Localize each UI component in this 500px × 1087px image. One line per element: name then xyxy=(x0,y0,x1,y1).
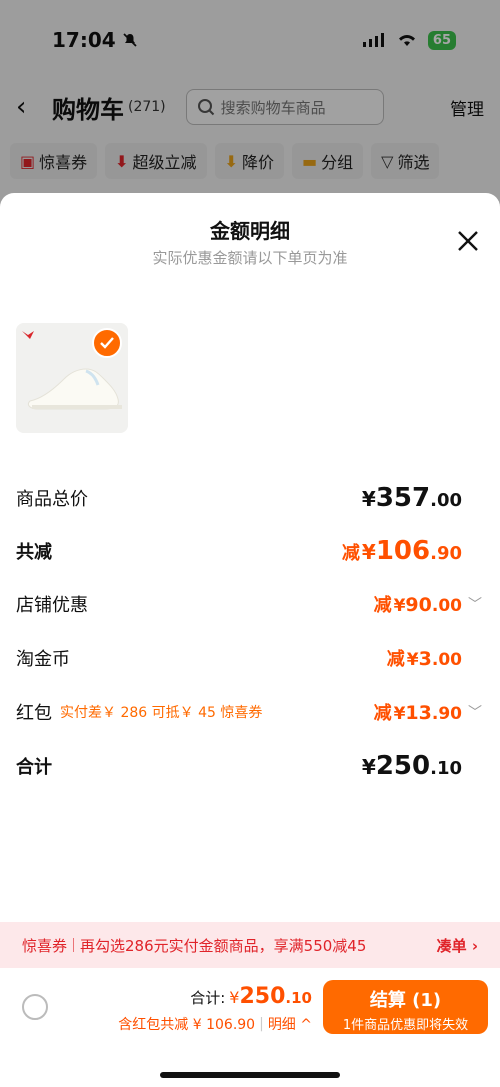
select-all-checkbox[interactable] xyxy=(22,994,48,1020)
checkout-total: 合计: ¥ 250 .10 xyxy=(190,984,312,1009)
row-total-discount: 共减 减 ¥106.90 xyxy=(16,536,462,566)
add-items-link[interactable]: 凑单 › xyxy=(437,935,478,956)
checkout-bar: 合计: ¥ 250 .10 含红包共减 ¥ 106.90 | 明细 ^ 结算 (… xyxy=(0,968,500,1087)
banner-text: 再勾选286元实付金额商品，享满550减45 xyxy=(80,936,367,955)
sheet-title: 金额明细 xyxy=(210,219,290,243)
close-icon[interactable] xyxy=(456,229,480,253)
row-goods-total: 商品总价 ¥357.00 xyxy=(16,483,462,513)
row-grand-total: 合计 ¥250.10 xyxy=(16,751,462,781)
total-discount-value: 减 ¥106.90 xyxy=(341,536,462,566)
grand-total-value: ¥250.10 xyxy=(361,751,462,781)
banner-tag: 惊喜券 xyxy=(22,936,68,955)
detail-toggle[interactable]: 明细 ^ xyxy=(268,1014,312,1034)
store-discount-value: 减 ¥90.00 xyxy=(373,594,462,616)
coupon-banner[interactable]: 惊喜券 再勾选286元实付金额商品，享满550减45 凑单 › xyxy=(0,922,500,968)
goods-total-value: ¥357.00 xyxy=(361,483,462,513)
taojinbi-value: 减 ¥3.00 xyxy=(386,648,462,670)
row-taojinbi: 淘金币 减 ¥3.00 xyxy=(16,645,484,671)
checkout-button[interactable]: 结算 (1) 1件商品优惠即将失效 xyxy=(323,980,488,1034)
home-indicator xyxy=(160,1072,340,1078)
chevron-down-icon[interactable]: ﹀ xyxy=(466,594,484,614)
chevron-down-icon[interactable]: ﹀ xyxy=(466,702,484,722)
row-red-packet[interactable]: 红包 实付差￥ 286 可抵￥ 45 惊喜券 减 ¥13.90 ﹀ xyxy=(16,699,484,725)
red-packet-value: 减 ¥13.90 xyxy=(373,702,462,724)
red-packet-note: 实付差￥ 286 可抵￥ 45 惊喜券 xyxy=(60,705,263,721)
discount-summary: 含红包共减 ¥ 106.90 | 明细 ^ xyxy=(118,1014,312,1034)
row-store-discount[interactable]: 店铺优惠 减 ¥90.00 ﹀ xyxy=(16,591,484,617)
divider xyxy=(73,938,75,952)
sheet-subtitle: 实际优惠金额请以下单页为准 xyxy=(152,249,348,267)
selected-check-icon[interactable] xyxy=(92,328,122,358)
